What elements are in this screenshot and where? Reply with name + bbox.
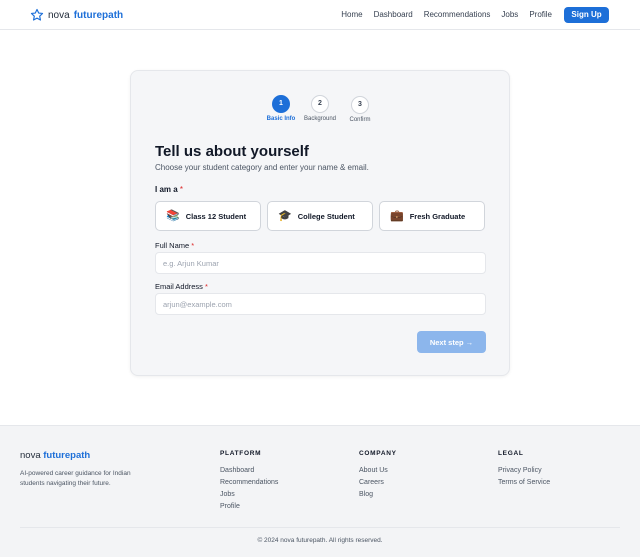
category-label: I am a * [155,185,183,194]
option-fresh-graduate[interactable]: 💼 Fresh Graduate [379,201,485,231]
brand-name-prefix: nova [48,9,70,21]
main-nav: Home Dashboard Recommendations Jobs Prof… [330,7,609,23]
step-number: 1 [272,95,290,113]
footer-logo[interactable]: nova futurepath [20,450,148,461]
footer-link-blog[interactable]: Blog [359,489,397,501]
brand-logo[interactable]: nova futurepath [30,8,123,22]
nav-link-recommendations[interactable]: Recommendations [424,7,491,23]
step-label: Background [303,116,337,122]
books-icon: 📚 [166,209,180,222]
footer-link-jobs[interactable]: Jobs [220,489,278,501]
step-number: 3 [351,96,369,114]
option-college-student[interactable]: 🎓 College Student [267,201,373,231]
footer-divider [20,527,620,528]
star-outline-icon [30,8,44,21]
step-number: 2 [311,95,329,113]
footer-link-careers[interactable]: Careers [359,477,397,489]
footer-column-company: COMPANY About Us Careers Blog [359,450,397,501]
category-label-text: I am a [155,185,178,194]
step-label: Basic Info [266,116,296,122]
footer-heading: LEGAL [498,450,524,457]
brand-name-accent: futurepath [73,9,124,21]
footer-link-dashboard[interactable]: Dashboard [220,465,278,477]
footer-link-privacy-policy[interactable]: Privacy Policy [498,465,550,477]
full-name-input[interactable] [155,252,486,274]
next-step-button[interactable]: Next step → [417,331,486,353]
footer-brand-accent: futurepath [43,450,91,461]
full-name-label: Full Name * [155,241,194,250]
step-confirm[interactable]: 3 Confirm [343,96,377,123]
nav-link-jobs[interactable]: Jobs [501,7,518,23]
form-title: Tell us about yourself [155,143,309,160]
footer-link-about-us[interactable]: About Us [359,465,397,477]
site-footer: nova futurepath AI-powered career guidan… [0,425,640,557]
footer-heading: PLATFORM [220,450,262,457]
nav-link-home[interactable]: Home [341,7,362,23]
option-label: College Student [297,211,355,221]
required-mark: * [205,282,208,291]
briefcase-icon: 💼 [390,209,404,222]
footer-column-legal: LEGAL Privacy Policy Terms of Service [498,450,550,489]
nav-link-dashboard[interactable]: Dashboard [374,7,413,23]
sign-up-button[interactable]: Sign Up [564,7,609,23]
footer-link-profile[interactable]: Profile [220,501,278,513]
step-background[interactable]: 2 Background [302,95,338,122]
graduation-cap-icon: 🎓 [278,209,292,222]
option-label: Class 12 Student [185,211,247,221]
nav-link-profile[interactable]: Profile [529,7,552,23]
form-subtitle: Choose your student category and enter y… [155,163,369,172]
option-class-12-student[interactable]: 📚 Class 12 Student [155,201,261,231]
footer-heading: COMPANY [359,450,397,457]
footer-link-recommendations[interactable]: Recommendations [220,477,278,489]
required-mark: * [191,241,195,250]
email-label: Email Address * [155,282,208,291]
email-label-text: Email Address [155,282,203,291]
full-name-label-text: Full Name [155,241,190,250]
footer-link-terms-of-service[interactable]: Terms of Service [498,477,550,489]
step-basic-info[interactable]: 1 Basic Info [264,95,298,122]
footer-brand: nova futurepath AI-powered career guidan… [20,450,148,489]
email-input[interactable] [155,293,486,315]
top-nav-bar: nova futurepath Home Dashboard Recommend… [0,0,640,30]
required-mark: * [179,185,184,194]
onboarding-card: 1 Basic Info 2 Background 3 Confirm Tell… [130,70,510,376]
step-label: Confirm [349,117,371,123]
footer-column-platform: PLATFORM Dashboard Recommendations Jobs … [220,450,278,513]
footer-brand-prefix: nova [20,450,41,461]
footer-tagline: AI-powered career guidance for Indian st… [20,470,131,487]
copyright-text: © 2024 nova futurepath. All rights reser… [257,537,383,544]
option-label: Fresh Graduate [409,211,466,221]
